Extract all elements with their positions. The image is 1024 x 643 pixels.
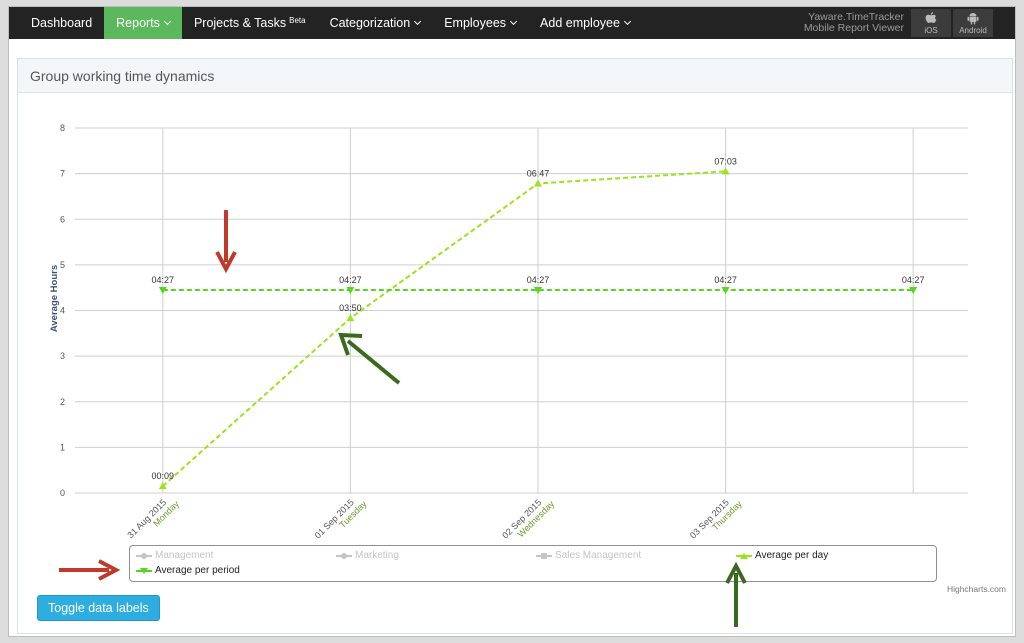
x-tick-label: 03 Sep 2015Thursday [688,491,744,543]
android-icon [967,12,979,24]
mobile-report-viewer-text: Yaware.TimeTracker Mobile Report Viewer [804,7,910,39]
square-line-icon [536,552,552,560]
chart-legend: Management Marketing Sales Management Av… [129,545,937,582]
nav-categorization[interactable]: Categorization [318,7,433,39]
y-tick-label: 6 [60,214,65,224]
nav-categorization-label: Categorization [329,16,411,30]
nav-dashboard[interactable]: Dashboard [9,7,104,39]
legend-label: Average per day [755,550,829,561]
y-tick-label: 2 [60,397,65,407]
nav-dashboard-label: Dashboard [31,16,93,30]
ios-app-button[interactable]: iOS [911,9,951,37]
data-label: 04:27 [902,275,925,285]
circle-line-icon [136,552,152,560]
mobile-line-2: Mobile Report Viewer [803,22,904,34]
nav-add-employee[interactable]: Add employee [528,7,642,39]
data-label: 06:47 [527,169,550,179]
group-working-time-panel: Group working time dynamics 0 1 2 3 4 5 6 7 8 31 … [17,58,1013,634]
legend-label: Sales Management [555,550,642,561]
apple-icon [925,11,937,23]
legend-item-average-per-day[interactable]: Average per day [736,550,828,561]
y-tick-label: 3 [60,351,65,361]
data-label: 04:27 [714,275,737,285]
legend-label: Average per period [155,565,240,576]
legend-item-sales-management[interactable]: Sales Management [536,550,641,561]
y-tick-label: 5 [60,260,65,270]
data-label: 04:27 [152,275,175,285]
data-label: 04:27 [339,275,362,285]
y-tick-label: 1 [60,442,65,452]
triangle-line-icon [736,552,752,560]
android-app-button[interactable]: Android [953,9,993,37]
data-point[interactable] [346,314,355,322]
nav-projects-tasks[interactable]: Projects & Tasks Beta [182,7,318,39]
series-line-0 [162,170,726,487]
top-navbar: Dashboard Reports Projects & Tasks Beta … [9,7,1015,39]
data-label: 07:03 [714,156,737,166]
android-label: Android [959,25,987,35]
panel-title: Group working time dynamics [30,67,215,84]
data-label: 04:27 [527,275,550,285]
nav-add-employee-label: Add employee [540,16,620,30]
chevron-down-icon [414,17,422,25]
data-point[interactable] [534,179,542,187]
chevron-down-icon [509,17,518,25]
legend-item-management[interactable]: Management [136,550,213,561]
y-axis-title: Average Hours [49,265,60,332]
nav-employees[interactable]: Employees [432,7,528,39]
circle-line-icon [336,552,352,560]
y-tick-label: 7 [60,169,65,179]
legend-item-average-per-period[interactable]: Average per period [136,565,240,576]
x-tick-label: 02 Sep 2015Wednesday [500,491,556,543]
chevron-down-icon [163,17,171,25]
nav-reports-label: Reports [116,16,160,30]
chart-svg: 0 1 2 3 4 5 6 7 8 31 Aug 2015Monday 01 Sep 2015Tue… [49,123,968,543]
y-tick-label: 4 [60,306,65,316]
chevron-down-icon [623,17,631,25]
x-tick-label: 31 Aug 2015Monday [125,491,181,543]
beta-badge: Beta [289,15,306,25]
triangle-down-line-icon [136,567,152,575]
legend-label: Management [155,550,214,561]
y-tick-label: 8 [60,123,65,133]
legend-item-marketing[interactable]: Marketing [336,550,399,561]
nav-reports[interactable]: Reports [104,7,182,39]
highcharts-credits[interactable]: Highcharts.com [947,584,1006,594]
legend-label: Marketing [355,550,399,561]
y-tick-label: 0 [60,488,65,498]
nav-projects-label: Projects & Tasks [193,16,287,30]
app-window: Dashboard Reports Projects & Tasks Beta … [8,6,1016,637]
ios-label: iOS [924,25,938,35]
x-tick-label: 01 Sep 2015Tuesday [313,491,369,543]
panel-heading: Group working time dynamics [18,59,1012,93]
data-label: 00:09 [152,471,175,481]
toggle-data-labels-button[interactable]: Toggle data labels [37,595,160,621]
data-label: 03:50 [339,303,362,313]
working-time-chart: 0 1 2 3 4 5 6 7 8 31 Aug 2015Monday 01 Sep 2015Tue… [18,93,1014,593]
screenshot-frame: Dashboard Reports Projects & Tasks Beta … [0,0,1024,643]
nav-employees-label: Employees [444,16,507,30]
